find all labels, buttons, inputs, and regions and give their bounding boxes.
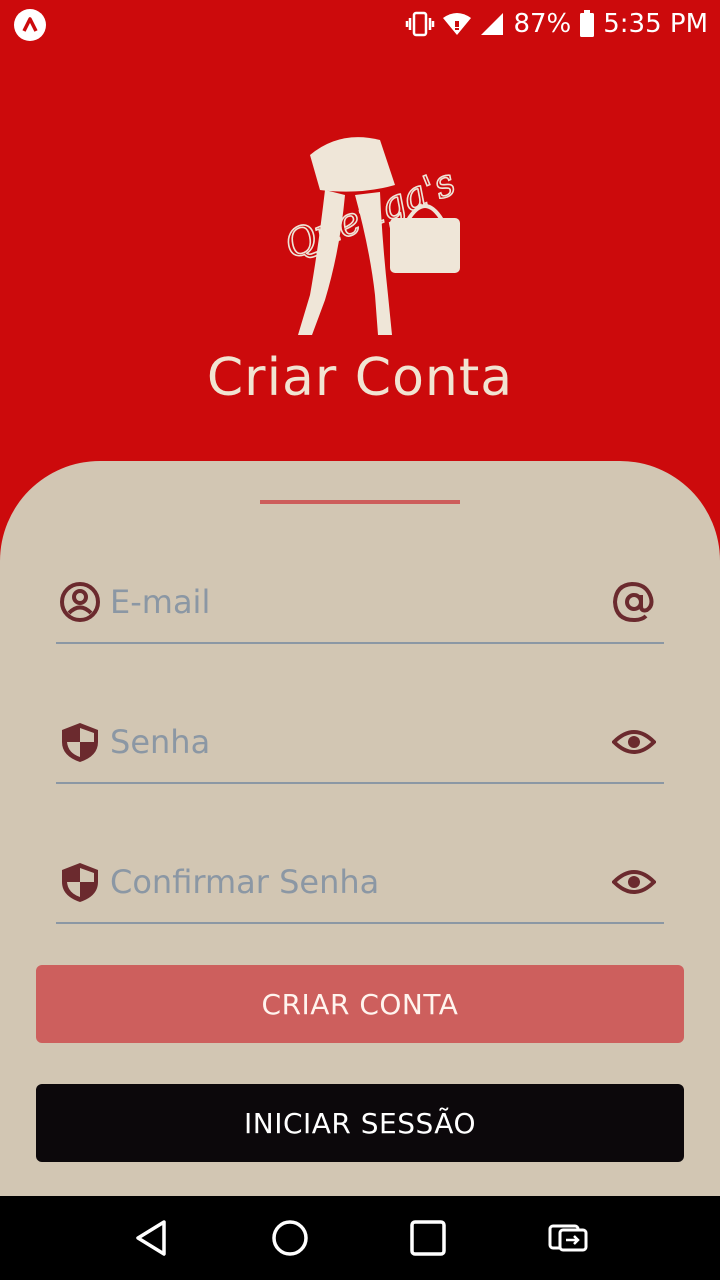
status-bar: 87% 5:35 PM [0,0,720,48]
battery-level: 87% [513,9,572,39]
home-icon[interactable] [268,1216,312,1260]
clock: 5:35 PM [603,9,708,39]
shield-icon [58,860,102,904]
navigation-bar [0,1196,720,1280]
eye-icon[interactable] [611,720,657,764]
eye-icon[interactable] [611,860,657,904]
recents-icon[interactable] [406,1216,450,1260]
app-notification-icon [14,9,46,41]
vibrate-icon [405,11,435,37]
page-title: Criar Conta [206,348,514,408]
screen-rotate-icon[interactable] [546,1216,590,1260]
cell-signal-icon [479,11,505,37]
back-icon[interactable] [130,1216,174,1260]
email-input[interactable] [110,576,590,628]
email-field [56,566,664,644]
password-field [56,706,664,784]
wifi-icon [443,12,472,36]
card-divider [260,500,460,504]
at-sign-icon [612,580,656,624]
shield-icon [58,720,102,764]
brand-logo: Quenga's [270,130,470,345]
confirm-password-input[interactable] [110,856,590,908]
sign-in-button[interactable]: INICIAR SESSÃO [36,1084,684,1162]
create-account-button[interactable]: CRIAR CONTA [36,965,684,1043]
battery-icon [579,10,595,38]
password-input[interactable] [110,716,590,768]
account-circle-icon [58,580,102,624]
confirm-password-field [56,846,664,924]
